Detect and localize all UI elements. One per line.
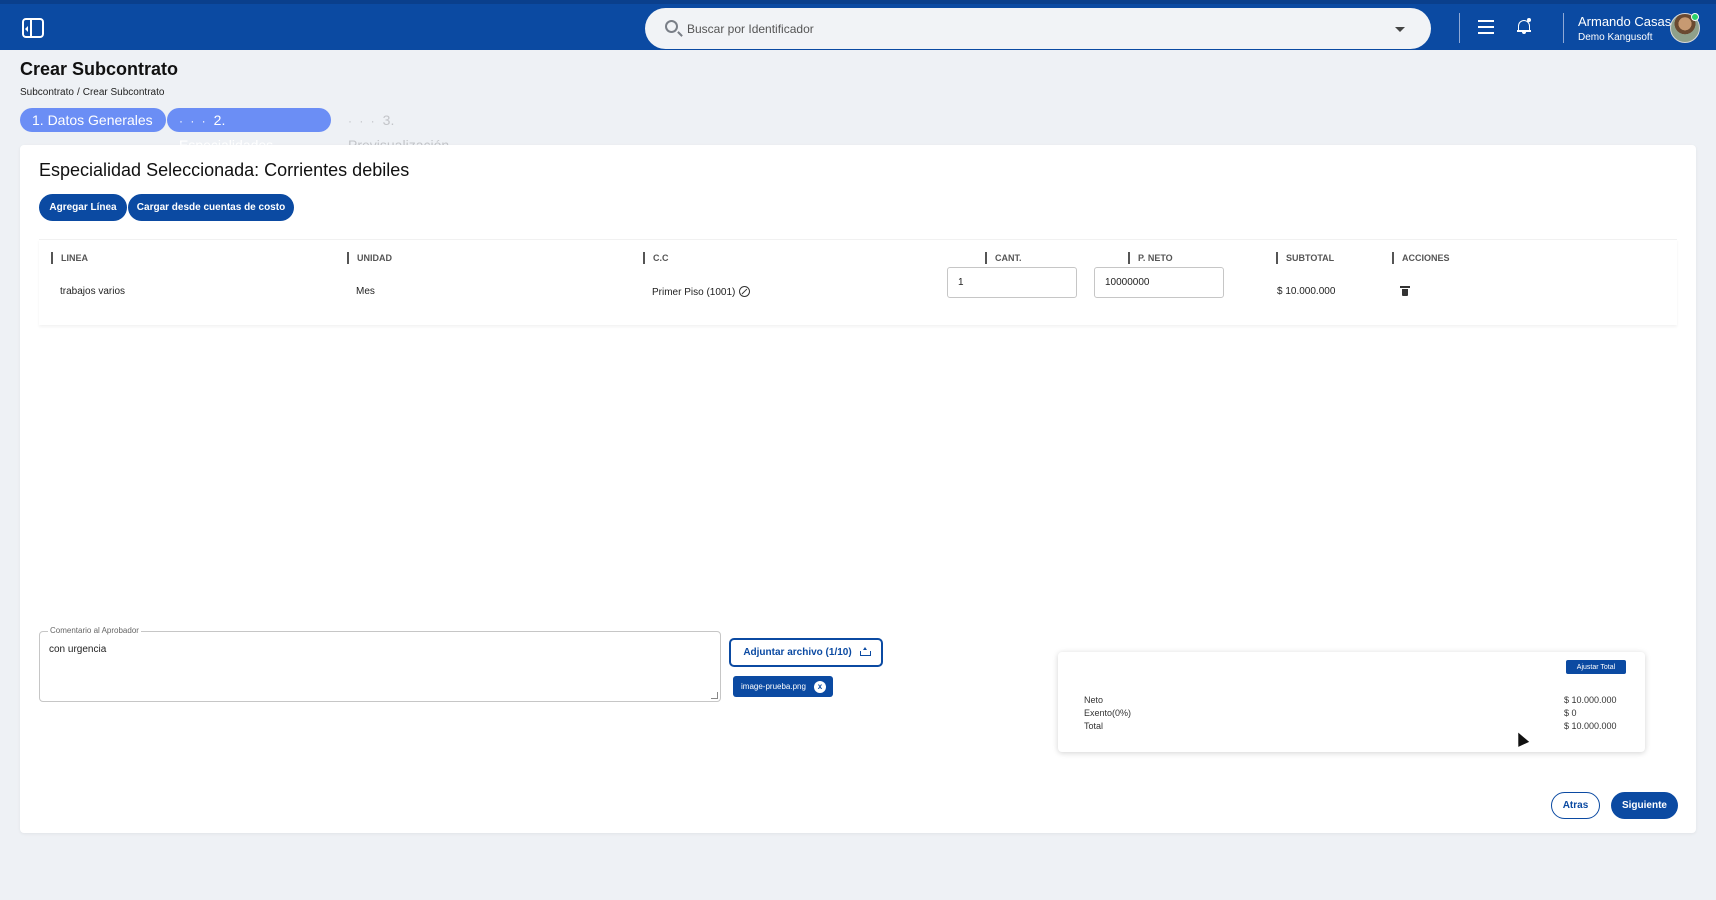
load-cost-accounts-button[interactable]: Cargar desde cuentas de costo: [128, 194, 294, 221]
step-dots: · · ·: [179, 114, 208, 128]
resize-handle-icon[interactable]: [711, 692, 718, 699]
cell-subtotal: $ 10.000.000: [1277, 286, 1336, 297]
bell-icon[interactable]: [1517, 18, 1531, 34]
top-bar: Armando Casas Demo Kangusoft: [0, 0, 1716, 50]
breadcrumb-separator: /: [76, 87, 80, 98]
specialty-title: Especialidad Seleccionada: Corrientes de…: [39, 160, 410, 180]
comment-text[interactable]: con urgencia: [49, 644, 709, 655]
online-status-icon: [1691, 13, 1699, 21]
column-header-linea: LINEA: [51, 252, 88, 264]
attachment-chip: image-prueba.png x: [733, 676, 833, 697]
column-header-cc: C.C: [643, 252, 669, 264]
cell-cc: Primer Piso (1001): [652, 286, 751, 298]
total-label-exento: Exento(0%): [1084, 708, 1132, 718]
totals-panel: Ajustar Total Neto $ 10.000.000 Exento(0…: [1058, 652, 1645, 752]
breadcrumb: Subcontrato / Crear Subcontrato: [20, 87, 167, 98]
breadcrumb-item-crear: Crear Subcontrato: [82, 87, 165, 98]
quantity-input[interactable]: [947, 267, 1077, 298]
attachment-name: image-prueba.png: [741, 682, 806, 691]
total-value-exento: $ 0: [1564, 708, 1577, 718]
menu-icon[interactable]: [1478, 20, 1494, 34]
user-name[interactable]: Armando Casas: [1578, 14, 1671, 29]
add-line-button[interactable]: Agregar Línea: [39, 194, 127, 221]
attach-file-label: Adjuntar archivo (1/10): [743, 647, 852, 658]
user-company: Demo Kangusoft: [1578, 32, 1653, 43]
column-header-unidad: UNIDAD: [347, 252, 392, 264]
upload-icon: [859, 647, 871, 656]
cell-cc-text: Primer Piso (1001): [652, 287, 736, 298]
column-header-acciones: ACCIONES: [1392, 252, 1450, 264]
column-header-subtotal: SUBTOTAL: [1276, 252, 1334, 264]
next-button[interactable]: Siguiente: [1611, 792, 1678, 819]
total-label-neto: Neto: [1084, 695, 1104, 705]
step-label: 1. Datos Generales: [32, 112, 153, 128]
lines-table: LINEA UNIDAD C.C CANT. P. NETO SUBTOTAL …: [39, 239, 1677, 325]
total-value-neto: $ 10.000.000: [1564, 695, 1617, 705]
search-icon: [665, 20, 678, 33]
sidebar-toggle-icon[interactable]: [22, 18, 44, 38]
total-label-total: Total: [1084, 721, 1104, 731]
step-datos-generales[interactable]: 1. Datos Generales: [20, 108, 166, 132]
divider: [1459, 13, 1460, 43]
attach-file-button[interactable]: Adjuntar archivo (1/10): [729, 638, 883, 667]
total-value-total: $ 10.000.000: [1564, 721, 1617, 731]
breadcrumb-item-subcontrato[interactable]: Subcontrato: [20, 87, 74, 98]
back-button[interactable]: Atras: [1551, 792, 1600, 819]
adjust-total-button[interactable]: Ajustar Total: [1566, 660, 1626, 674]
main-card: Especialidad Seleccionada: Corrientes de…: [20, 145, 1696, 833]
search-input[interactable]: [687, 18, 1367, 40]
search-bar[interactable]: [645, 8, 1431, 49]
divider: [1563, 13, 1564, 43]
comment-label: Comentario al Aprobador: [48, 626, 141, 635]
cost-center-info-icon[interactable]: [739, 286, 751, 297]
delete-line-icon[interactable]: [1400, 286, 1410, 296]
remove-attachment-icon[interactable]: x: [814, 681, 826, 693]
chevron-down-icon[interactable]: [1395, 27, 1405, 32]
column-header-cant: CANT.: [985, 252, 1022, 264]
net-price-input[interactable]: [1094, 267, 1224, 298]
step-especialidades[interactable]: · · ·2. Especialidades: [167, 108, 331, 153]
step-dots: · · ·: [348, 114, 377, 128]
page-title: Crear Subcontrato: [20, 59, 179, 79]
approver-comment-field[interactable]: Comentario al Aprobador con urgencia: [39, 626, 721, 702]
cell-unidad: Mes: [356, 286, 375, 297]
column-header-p-neto: P. NETO: [1128, 252, 1173, 264]
step-previsualizacion[interactable]: · · ·3. Previsualización: [336, 108, 486, 153]
cell-linea: trabajos varios: [60, 286, 126, 297]
